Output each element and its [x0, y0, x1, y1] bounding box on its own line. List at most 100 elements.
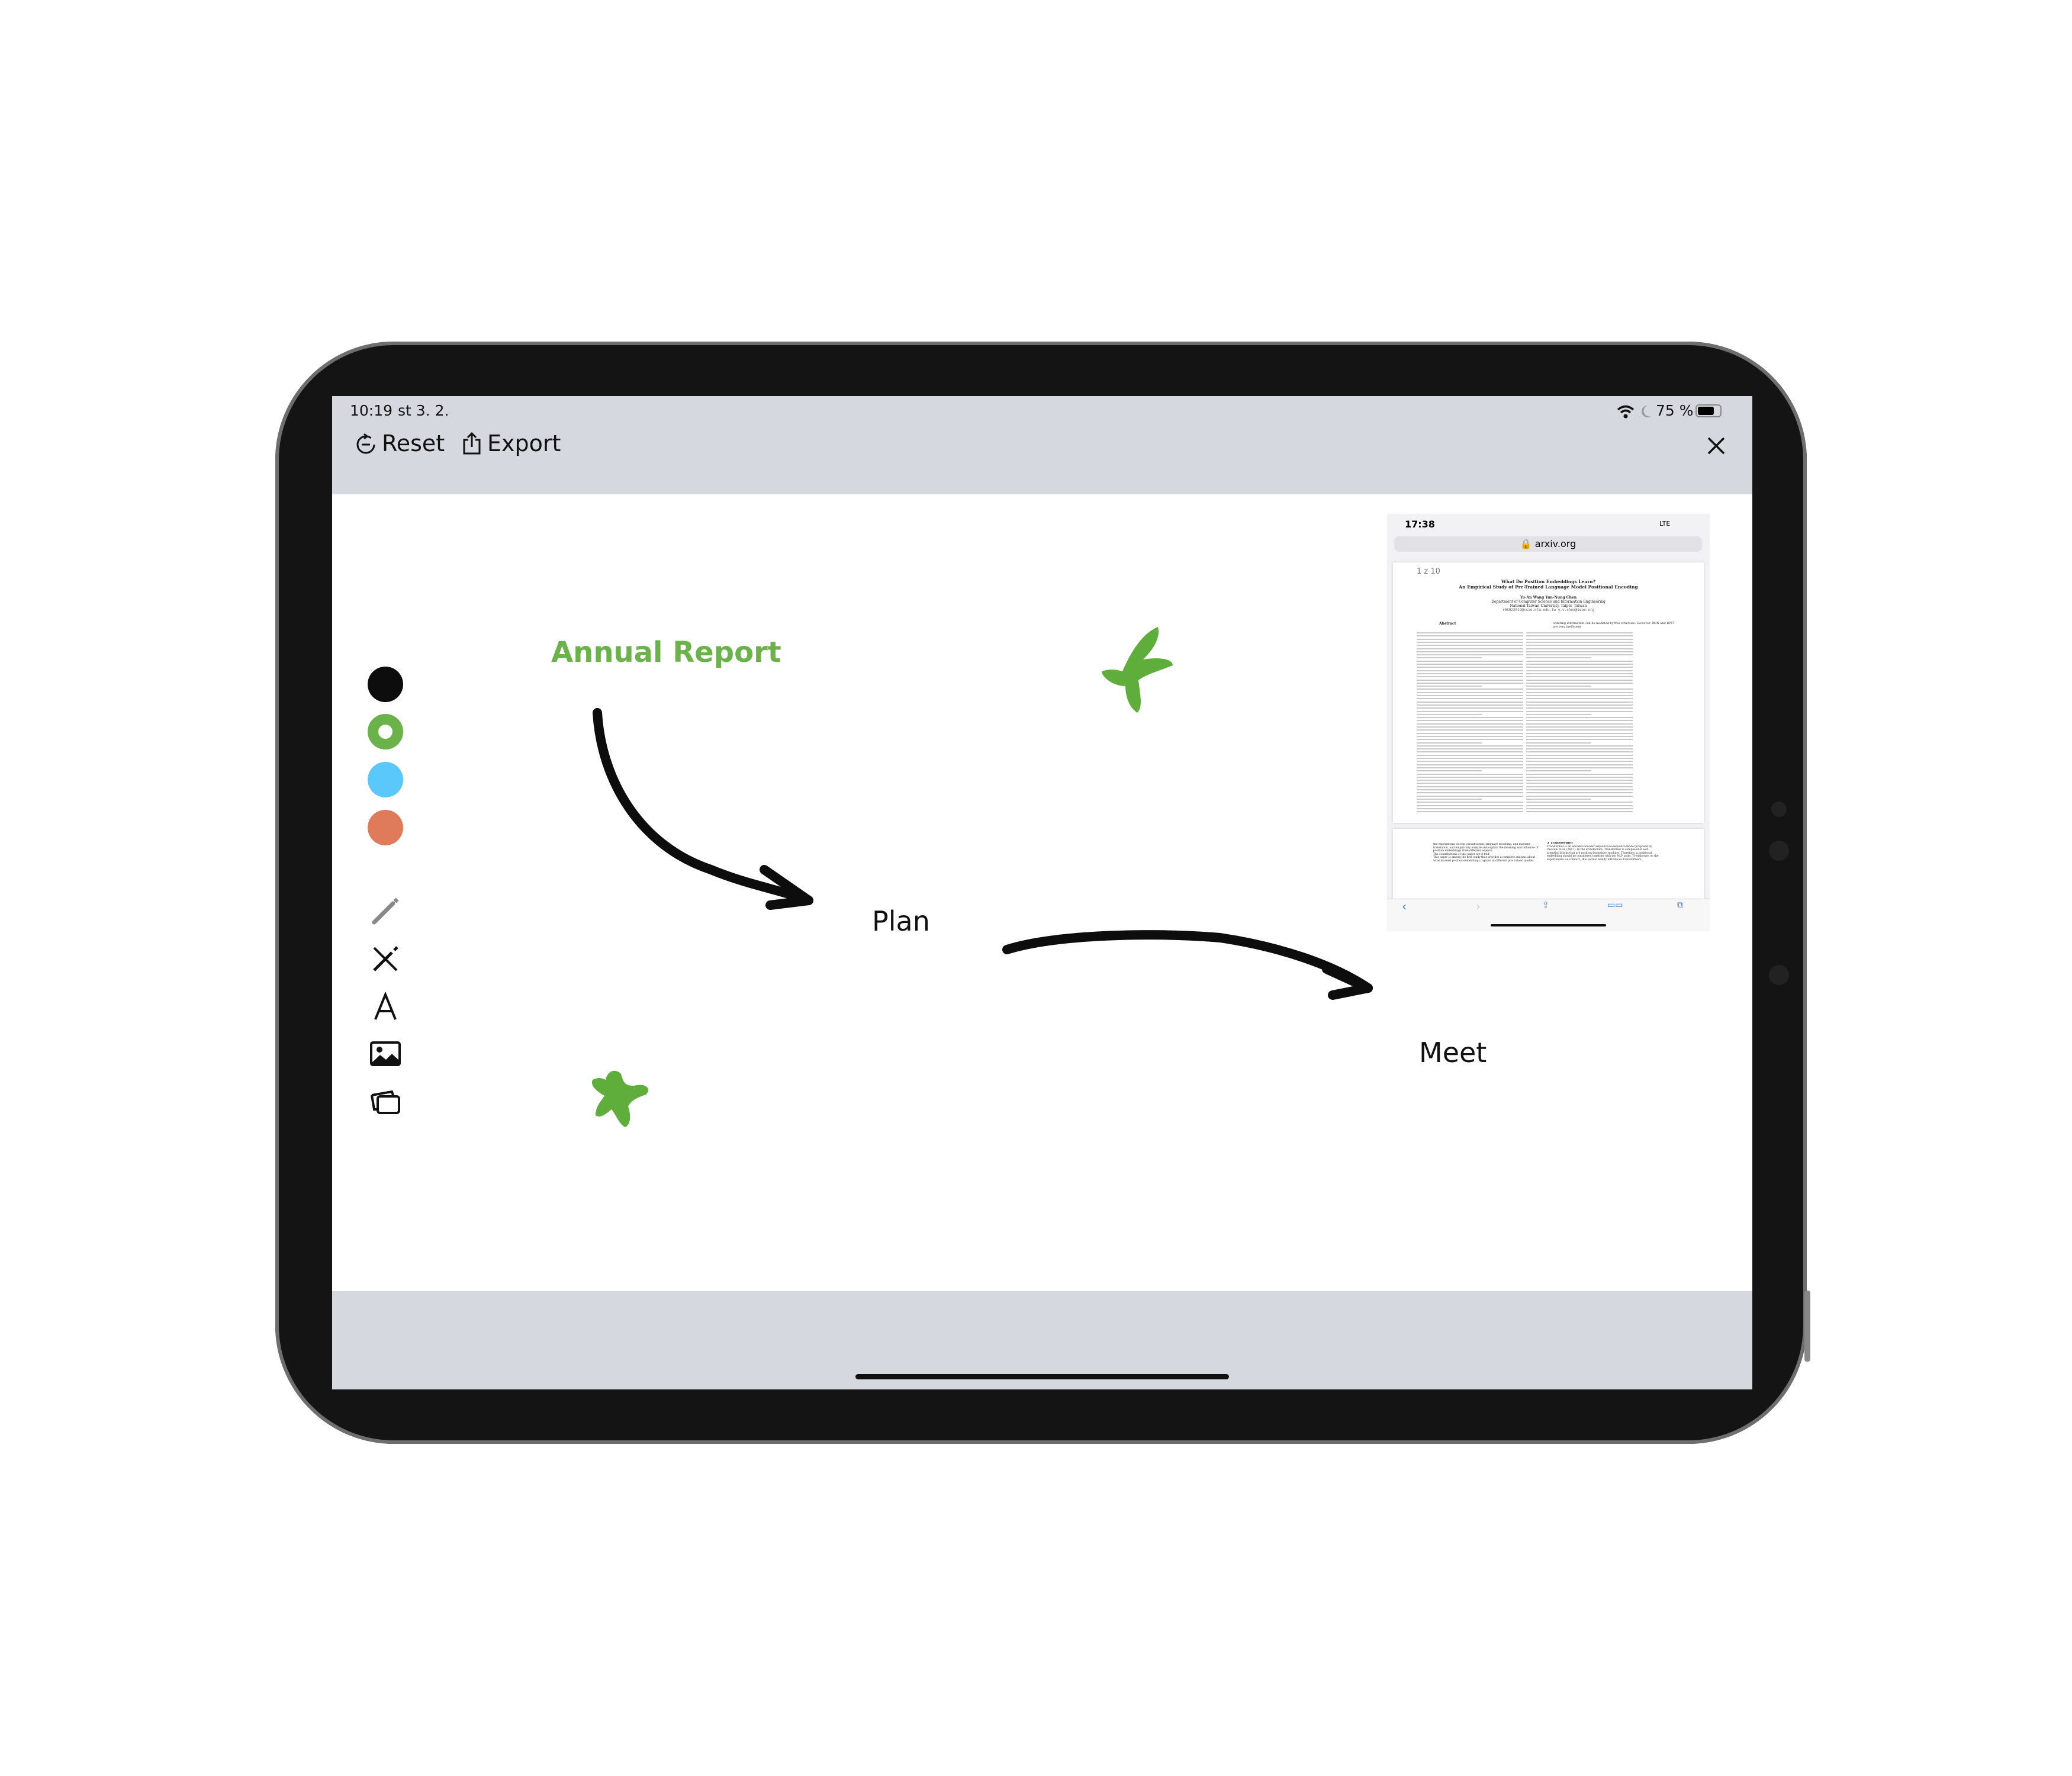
thumb-text-line — [1417, 695, 1523, 696]
thumb-title: What Do Position Embeddings Learn? An Em… — [1393, 579, 1704, 590]
thumb-text-line — [1526, 660, 1633, 662]
thumb-home-indicator — [1491, 924, 1606, 926]
thumb-text-line — [1526, 713, 1591, 715]
green-star-top — [1102, 627, 1173, 713]
thumb-text-line — [1526, 751, 1633, 753]
thumb-text-line — [1526, 676, 1633, 678]
arrow-meet — [1002, 930, 1373, 993]
thumb-text-line — [1526, 686, 1591, 687]
thumb-text-line — [1417, 748, 1523, 750]
thumb-text-line — [1526, 664, 1633, 665]
thumb-text-line — [1526, 698, 1633, 700]
thumb-time: 17:38 — [1405, 519, 1435, 530]
thumb-text-line — [1526, 632, 1633, 633]
thumb-text-line — [1417, 676, 1523, 678]
thumb-text-line — [1526, 695, 1633, 696]
thumb-text-line — [1526, 638, 1633, 640]
sensor-dot — [1769, 965, 1789, 985]
thumb-bookmarks-icon: ▭▭ — [1607, 900, 1623, 910]
thumb-text-line — [1526, 758, 1633, 759]
thumb-text-line — [1526, 657, 1591, 659]
thumb-text-line — [1417, 635, 1523, 637]
thumb-text-line — [1417, 638, 1523, 640]
thumb-text-line — [1417, 811, 1523, 813]
thumb-safari-toolbar: ‹ › ⇪ ▭▭ ⧉ — [1387, 899, 1710, 931]
thumb-text-line — [1526, 783, 1633, 784]
thumb-text-line — [1526, 748, 1633, 750]
thumb-text-line — [1526, 729, 1633, 731]
thumb-text-line — [1417, 758, 1523, 759]
thumb-text-line — [1417, 786, 1523, 787]
side-button — [1804, 1291, 1810, 1362]
thumb-text-line — [1526, 786, 1633, 787]
thumb-text-line — [1526, 651, 1633, 652]
thumb-abstract: Abstract — [1439, 622, 1456, 626]
thumb-text-line — [1417, 773, 1523, 775]
thumb-authors: Yu-An Wang Yun-Nung Chen — [1520, 596, 1577, 600]
thumb-text-line — [1417, 770, 1482, 772]
thumb-text-line — [1526, 679, 1633, 681]
thumb-text-line — [1417, 745, 1523, 747]
thumb-text-line — [1417, 710, 1523, 712]
thumb-text-line — [1417, 739, 1523, 741]
thumb-text-line — [1526, 776, 1633, 778]
thumb-text-line — [1417, 802, 1523, 803]
home-indicator[interactable] — [855, 1374, 1229, 1379]
thumb-text-line — [1417, 641, 1523, 643]
thumb-text-line — [1526, 795, 1633, 797]
thumb-text-line — [1526, 726, 1633, 728]
thumb-text-line — [1526, 682, 1633, 684]
thumb-p2-bullet: This paper is among the first study that… — [1433, 856, 1536, 863]
thumb-aff1: Department of Computer Science and Infor… — [1491, 600, 1606, 604]
thumb-text-line — [1526, 807, 1633, 809]
thumb-text-line — [1526, 688, 1633, 690]
thumb-text-line — [1417, 792, 1523, 794]
thumb-text-line — [1526, 735, 1633, 737]
thumb-forward-icon: › — [1476, 899, 1481, 913]
thumb-url-bar: 🔒 arxiv.org — [1394, 536, 1702, 552]
thumb-text-line — [1526, 798, 1591, 800]
thumb-text-line — [1417, 726, 1523, 728]
thumb-text-line — [1417, 729, 1523, 731]
thumb-text-line — [1417, 679, 1523, 681]
thumb-text-line — [1417, 704, 1523, 706]
thumb-page-2: the experiments on text classification, … — [1393, 829, 1704, 900]
thumb-text-line — [1417, 688, 1523, 690]
thumb-emails: r08922019@csie.ntu.edu.tw y.v.chen@ieee.… — [1502, 608, 1595, 612]
thumb-page-counter: 1 z 10 — [1417, 567, 1440, 576]
thumb-url: arxiv.org — [1534, 538, 1576, 549]
green-star-bottom — [591, 1070, 648, 1127]
thumb-text-line — [1526, 745, 1633, 747]
thumb-tabs-icon: ⧉ — [1677, 900, 1683, 910]
thumb-text-line — [1526, 780, 1633, 781]
thumb-text-line — [1526, 773, 1633, 775]
bottom-bar — [332, 1291, 1752, 1389]
thumb-text-line — [1526, 654, 1633, 656]
thumb-text-line — [1417, 754, 1523, 756]
thumb-authors-block: Yu-An Wang Yun-Nung Chen Department of C… — [1393, 596, 1704, 612]
thumb-text-line — [1417, 648, 1523, 649]
screen: 10:19 st 3. 2. 75 % Reset Export Annual … — [332, 396, 1752, 1389]
thumb-text-line — [1526, 764, 1633, 765]
camera-dot — [1771, 802, 1787, 817]
thumb-title-2: An Empirical Study of Pre-Trained Langua… — [1459, 584, 1638, 590]
thumb-text-line — [1417, 691, 1523, 693]
thumb-text-line — [1417, 632, 1523, 633]
thumb-text-line — [1417, 670, 1523, 671]
thumb-text-line — [1526, 635, 1633, 637]
thumb-section3-text: Transformer is an encoder-decoder sequen… — [1547, 845, 1659, 861]
thumb-text-line — [1526, 811, 1633, 813]
thumb-text-line — [1417, 682, 1523, 684]
embedded-screenshot[interactable]: 17:38 LTE 🔒 arxiv.org 1 z 10 What Do Pos… — [1387, 514, 1710, 931]
thumb-text-line — [1526, 723, 1633, 725]
thumb-col2: ordering information can be modeled by t… — [1553, 622, 1675, 629]
thumb-text-line — [1526, 707, 1633, 709]
thumb-text-line — [1417, 720, 1523, 722]
thumb-text-line — [1526, 802, 1633, 803]
thumb-text-line — [1526, 704, 1633, 706]
thumb-text-line — [1417, 735, 1523, 737]
thumb-text-line — [1417, 795, 1523, 797]
thumb-text-line — [1417, 686, 1482, 687]
thumb-text-line — [1417, 751, 1523, 753]
thumb-text-line — [1417, 654, 1523, 656]
